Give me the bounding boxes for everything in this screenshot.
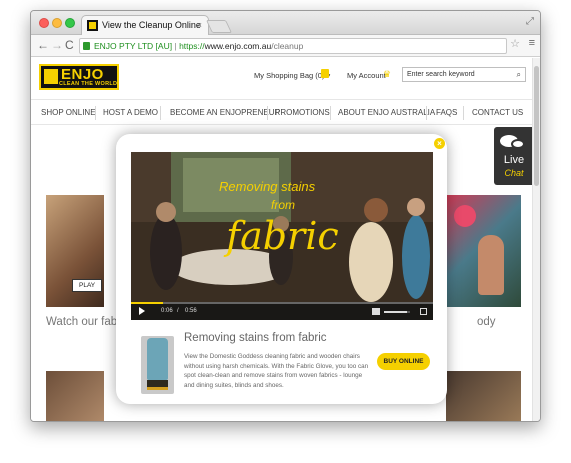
nav-item-about-enjo-australia[interactable]: ABOUT ENJO AUSTRALIA bbox=[338, 108, 435, 117]
video-thumbnail-bottom-right[interactable] bbox=[446, 371, 521, 421]
url-path: /cleanup bbox=[271, 41, 304, 51]
logo-tagline: CLEAN THE WORLD bbox=[59, 81, 118, 87]
enjo-favicon-icon bbox=[87, 20, 98, 31]
browser-toolbar: ← → C ENJO PTY LTD [AU] | https://www.en… bbox=[31, 35, 540, 57]
tab-close-icon[interactable]: × bbox=[197, 16, 202, 35]
fullscreen-video-icon[interactable] bbox=[420, 308, 427, 315]
volume-slider[interactable] bbox=[384, 311, 410, 313]
video-controls: 0:06 / 0:56 bbox=[131, 304, 433, 320]
balloon-icon bbox=[454, 205, 476, 227]
new-tab-button[interactable] bbox=[205, 20, 233, 33]
video-player[interactable]: Removing stains from fabric 0:06 / 0:56 bbox=[131, 152, 433, 320]
lock-icon bbox=[83, 42, 90, 50]
product-title: Removing stains from fabric bbox=[184, 332, 327, 344]
live-chat-sublabel: Chat bbox=[504, 168, 524, 178]
glove-cuff bbox=[147, 380, 168, 390]
nav-item-host-a-demo[interactable]: HOST A DEMO bbox=[103, 108, 158, 117]
secure-identity-label: ENJO PTY LTD [AU] bbox=[94, 41, 173, 51]
live-chat-button[interactable]: Live Chat bbox=[494, 127, 534, 185]
nav-item-faqs[interactable]: FAQS bbox=[436, 108, 457, 117]
fabric-glove-image bbox=[141, 336, 174, 394]
url-host: www.enjo.com.au bbox=[204, 41, 272, 51]
chat-bubble-icon bbox=[511, 139, 525, 149]
search-placeholder: Enter search keyword bbox=[407, 71, 475, 78]
video-thumbnail-bottom-left[interactable] bbox=[46, 371, 104, 421]
tab-title: View the Cleanup Online bbox=[102, 20, 201, 30]
address-divider: | bbox=[174, 41, 177, 51]
live-chat-label: Live bbox=[503, 154, 525, 166]
video-caption-left[interactable]: Watch our fab bbox=[46, 316, 117, 328]
main-nav: SHOP ONLINE HOST A DEMO BECOME AN ENJOPR… bbox=[31, 99, 534, 125]
shopping-bag-link[interactable]: My Shopping Bag (0) ▾ bbox=[254, 71, 330, 80]
nav-divider bbox=[426, 106, 427, 120]
nav-divider bbox=[267, 106, 268, 120]
nav-item-become-an-enjopreneur[interactable]: BECOME AN ENJOPRENEUR bbox=[170, 108, 280, 117]
title-bar: View the Cleanup Online × ⤢ bbox=[31, 11, 540, 36]
nav-divider bbox=[330, 106, 331, 120]
play-button[interactable]: PLAY bbox=[72, 279, 103, 292]
nav-item-promotions[interactable]: PROMOTIONS bbox=[275, 108, 330, 117]
volume-level bbox=[384, 311, 408, 313]
nav-divider bbox=[463, 106, 464, 120]
bookmark-star-icon[interactable]: ☆ bbox=[510, 37, 520, 50]
volume-icon[interactable] bbox=[372, 308, 380, 315]
person-figure bbox=[478, 235, 504, 295]
video-duration: 0:56 bbox=[185, 308, 197, 314]
nav-item-contact-us[interactable]: CONTACT US bbox=[472, 108, 523, 117]
search-input[interactable]: Enter search keyword ⌕ bbox=[402, 67, 526, 82]
enjo-logo-mark-icon bbox=[44, 69, 58, 84]
search-icon[interactable]: ⌕ bbox=[517, 68, 521, 81]
nav-divider bbox=[160, 106, 161, 120]
modal-close-icon[interactable]: × bbox=[434, 138, 445, 149]
browser-tab[interactable]: View the Cleanup Online × bbox=[81, 15, 209, 36]
my-account-link[interactable]: My Account bbox=[347, 71, 386, 80]
video-caption-right[interactable]: ody bbox=[477, 316, 496, 328]
video-thumbnail-right[interactable] bbox=[446, 195, 521, 307]
minimize-window-button[interactable] bbox=[52, 18, 62, 28]
video-thumbnail-left[interactable]: PLAY bbox=[46, 195, 104, 307]
video-title-line2: from bbox=[271, 198, 295, 212]
video-title-line1: Removing stains bbox=[219, 179, 316, 194]
address-bar[interactable]: ENJO PTY LTD [AU] | https://www.enjo.com… bbox=[79, 38, 507, 54]
url-scheme: https:// bbox=[179, 41, 205, 51]
nav-item-shop-online[interactable]: SHOP ONLINE bbox=[41, 108, 96, 117]
video-current-time: 0:06 bbox=[161, 308, 173, 314]
glove-body bbox=[147, 338, 168, 380]
video-time-separator: / bbox=[177, 308, 179, 314]
browser-menu-icon[interactable]: ≡ bbox=[529, 37, 535, 49]
page-scrollbar[interactable] bbox=[532, 58, 540, 421]
enjo-logo[interactable]: ENJO CLEAN THE WORLD bbox=[39, 64, 119, 90]
fullscreen-icon[interactable]: ⤢ bbox=[526, 16, 534, 27]
video-title-line3: fabric bbox=[226, 214, 339, 258]
zoom-window-button[interactable] bbox=[65, 18, 75, 28]
nav-divider bbox=[95, 106, 96, 120]
play-icon[interactable] bbox=[139, 307, 145, 315]
crown-icon: ♛ bbox=[383, 69, 392, 79]
reload-icon[interactable]: C bbox=[65, 38, 74, 53]
close-window-button[interactable] bbox=[39, 18, 49, 28]
buy-online-button[interactable]: BUY ONLINE bbox=[377, 353, 430, 370]
product-description: View the Domestic Goddess cleaning fabri… bbox=[184, 353, 369, 389]
back-icon[interactable]: ← bbox=[37, 38, 49, 53]
scrollbar-thumb[interactable] bbox=[534, 66, 539, 186]
shopping-bag-icon[interactable] bbox=[321, 69, 329, 78]
forward-icon[interactable]: → bbox=[51, 38, 63, 53]
